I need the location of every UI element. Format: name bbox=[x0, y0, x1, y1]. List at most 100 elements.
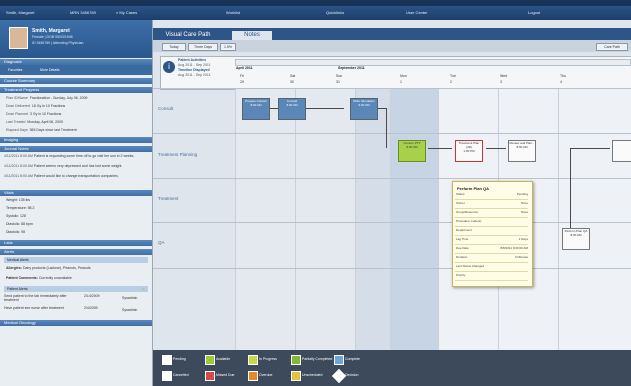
timeline-date[interactable]: 29 bbox=[240, 80, 244, 84]
timeline-date[interactable]: 1 bbox=[400, 80, 402, 84]
journal-row: 4/11/2011 8:00 AM Patient seems very dep… bbox=[4, 164, 123, 168]
timeline-date[interactable]: 31 bbox=[336, 80, 340, 84]
info-icon[interactable]: i bbox=[163, 61, 175, 73]
popup-divider bbox=[455, 262, 528, 263]
journal-row: 4/11/2011 8:00 AM Patient would like to … bbox=[4, 174, 119, 178]
popup-divider bbox=[455, 226, 528, 227]
legend-label: Cancelled bbox=[173, 373, 189, 377]
task-node-partial[interactable] bbox=[612, 140, 631, 162]
vital-item: Systolic: 128 bbox=[6, 214, 26, 218]
timeline-day: Fri bbox=[240, 74, 245, 78]
lane-label-treatment: Treatment bbox=[158, 196, 179, 201]
topbar-worklist[interactable]: Worklist bbox=[226, 10, 240, 15]
legend-swatch bbox=[248, 371, 258, 381]
topbar-user-center[interactable]: User Center bbox=[406, 10, 428, 15]
timeline-row2: Aug 2011 - Sep 2011 bbox=[178, 73, 211, 77]
section-labs[interactable]: Labs bbox=[0, 240, 152, 246]
patient-alerts-header[interactable]: Patient Alerts ⚠ bbox=[4, 286, 148, 292]
timeline-date[interactable]: 4 bbox=[560, 80, 562, 84]
title-strip bbox=[0, 0, 631, 6]
section-medical-oncology[interactable]: Medical Oncology bbox=[0, 320, 152, 326]
vital-item: Diastolic: 98 bbox=[6, 230, 26, 234]
connector bbox=[304, 108, 344, 109]
task-node-prepare-consult[interactable]: Prepare Consult 8:00 AM bbox=[242, 98, 270, 120]
task-node-perform-plan-qa[interactable]: Perform Plan QA 8:00 AM bbox=[562, 228, 590, 250]
zoom-field[interactable]: 1.5% bbox=[220, 43, 236, 51]
today-button[interactable]: Today bbox=[162, 43, 186, 51]
lane-divider bbox=[153, 268, 631, 269]
topbar-patient-name[interactable]: Smith, Margaret bbox=[6, 10, 34, 15]
popup-field-label: Status bbox=[456, 192, 465, 196]
legend-swatch bbox=[248, 355, 258, 365]
progress-row: Dose Delivered 18 Gy in 10 Fractions bbox=[6, 104, 66, 108]
patient-line2: ID 3456789 | Attending Physician bbox=[32, 41, 84, 45]
day-column bbox=[558, 88, 631, 350]
timeline-header1: Patient Activities bbox=[178, 58, 207, 62]
alert-row-text: Have patient see nurse after treatment bbox=[4, 306, 64, 310]
task-node-treatment-plan[interactable]: Treatment Plan (4D) 1:00 PM bbox=[455, 140, 483, 162]
popup-field-value: 0 Minutes bbox=[514, 255, 528, 259]
alert-row-text: Send patient to the lab immediately afte… bbox=[4, 294, 67, 302]
legend-label: Pending bbox=[173, 357, 186, 361]
timeline-date[interactable]: 3 bbox=[500, 80, 502, 84]
popup-field-label: Group/Resource bbox=[456, 210, 479, 214]
popup-field-value: Pending bbox=[516, 192, 528, 196]
avatar bbox=[9, 27, 28, 49]
section-journal-notes[interactable]: Journal Notes bbox=[0, 146, 152, 152]
legend-swatch bbox=[205, 355, 215, 365]
timeline-date[interactable]: 2 bbox=[450, 80, 452, 84]
section-treatment-progress[interactable]: Treatment Progress bbox=[0, 87, 152, 93]
timeline-day: Thu bbox=[560, 74, 567, 78]
timeline-scrollbar[interactable] bbox=[235, 59, 631, 66]
alert-row-date: 2/4/2009 bbox=[84, 306, 98, 310]
popup-divider bbox=[455, 244, 528, 245]
topbar-mrn[interactable]: MRN 3456789 bbox=[70, 10, 96, 15]
tab-visual-care-path[interactable]: Visual Care Path bbox=[158, 31, 218, 40]
popup-field-value: 1 Days bbox=[518, 237, 528, 241]
connector bbox=[386, 108, 387, 148]
section-course-summary[interactable]: Course Summary bbox=[0, 78, 152, 84]
diagnosis-more-details[interactable]: More Details bbox=[40, 68, 60, 72]
section-imaging[interactable]: Imaging bbox=[0, 137, 152, 143]
task-node-review-and-plan[interactable]: Review and Plan... 8:00 AM bbox=[508, 140, 536, 162]
topbar-quicklinks[interactable]: Quicklinks bbox=[326, 10, 344, 15]
legend-label: Decision bbox=[345, 373, 359, 377]
legend-swatch bbox=[162, 355, 172, 365]
three-days-button[interactable]: Three Days bbox=[188, 43, 218, 51]
medical-alerts-header[interactable]: Medical Alerts bbox=[4, 257, 148, 263]
tab-notes[interactable]: Notes bbox=[232, 31, 272, 40]
day-column-today bbox=[390, 88, 439, 350]
lane-divider bbox=[153, 178, 631, 179]
care-path-button[interactable]: Care Path bbox=[596, 43, 628, 51]
legend-label: Missed Due bbox=[216, 373, 235, 377]
connector bbox=[570, 148, 610, 149]
day-column bbox=[235, 88, 296, 350]
task-node-contour-ptv[interactable]: Contour PTV 8:00 AM bbox=[398, 140, 426, 162]
timeline-day: Mon bbox=[400, 74, 407, 78]
connector bbox=[486, 148, 506, 149]
search-icon: ⌕ bbox=[116, 10, 120, 15]
diagnosis-bar bbox=[0, 65, 152, 75]
topbar-my-cases[interactable]: ⌕ My Cases bbox=[116, 10, 137, 15]
progress-row: Dose Planned 3 Gy in 10 Fractions bbox=[6, 112, 62, 116]
section-vitals[interactable]: Vitals bbox=[0, 190, 152, 196]
popup-divider bbox=[455, 235, 528, 236]
timeline-date[interactable]: 30 bbox=[290, 80, 294, 84]
legend-swatch bbox=[334, 355, 344, 365]
legend-label: Overdue bbox=[259, 373, 273, 377]
popup-field-value: None bbox=[520, 201, 528, 205]
popup-divider bbox=[455, 199, 528, 200]
vital-item: Temperature: 98.2 bbox=[6, 206, 35, 210]
legend-label: Partially Completed bbox=[302, 357, 333, 361]
topbar-logout[interactable]: Logout bbox=[528, 10, 540, 15]
patient-comments: Patient Comments: Currently unavailable bbox=[6, 276, 72, 280]
section-alerts[interactable]: Alerts bbox=[0, 249, 152, 255]
timeline-header2: Timeline Displayed bbox=[178, 68, 210, 72]
connector bbox=[570, 148, 571, 228]
allergies: Allergies: Dairy products (Lactose), Pea… bbox=[6, 266, 91, 270]
popup-field-label: Lag Time bbox=[456, 237, 469, 241]
popup-field-label: Due Date bbox=[456, 246, 469, 250]
task-node-consult[interactable]: Consult 8:00 AM bbox=[278, 98, 306, 120]
task-node-write-simulation[interactable]: Write Simulation 9:00 AM bbox=[350, 98, 378, 120]
diagnosis-favorites[interactable]: Favorites bbox=[8, 68, 22, 72]
